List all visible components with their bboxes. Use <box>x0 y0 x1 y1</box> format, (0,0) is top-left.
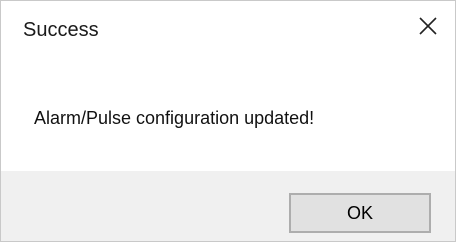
dialog-footer: OK <box>1 171 455 241</box>
title-bar: Success <box>1 1 455 59</box>
dialog-title: Success <box>23 19 99 41</box>
close-icon <box>419 17 437 35</box>
message-dialog: Success Alarm/Pulse configuration update… <box>0 0 456 242</box>
dialog-message: Alarm/Pulse configuration updated! <box>34 108 315 128</box>
ok-button[interactable]: OK <box>289 193 431 233</box>
close-button[interactable] <box>401 1 455 51</box>
